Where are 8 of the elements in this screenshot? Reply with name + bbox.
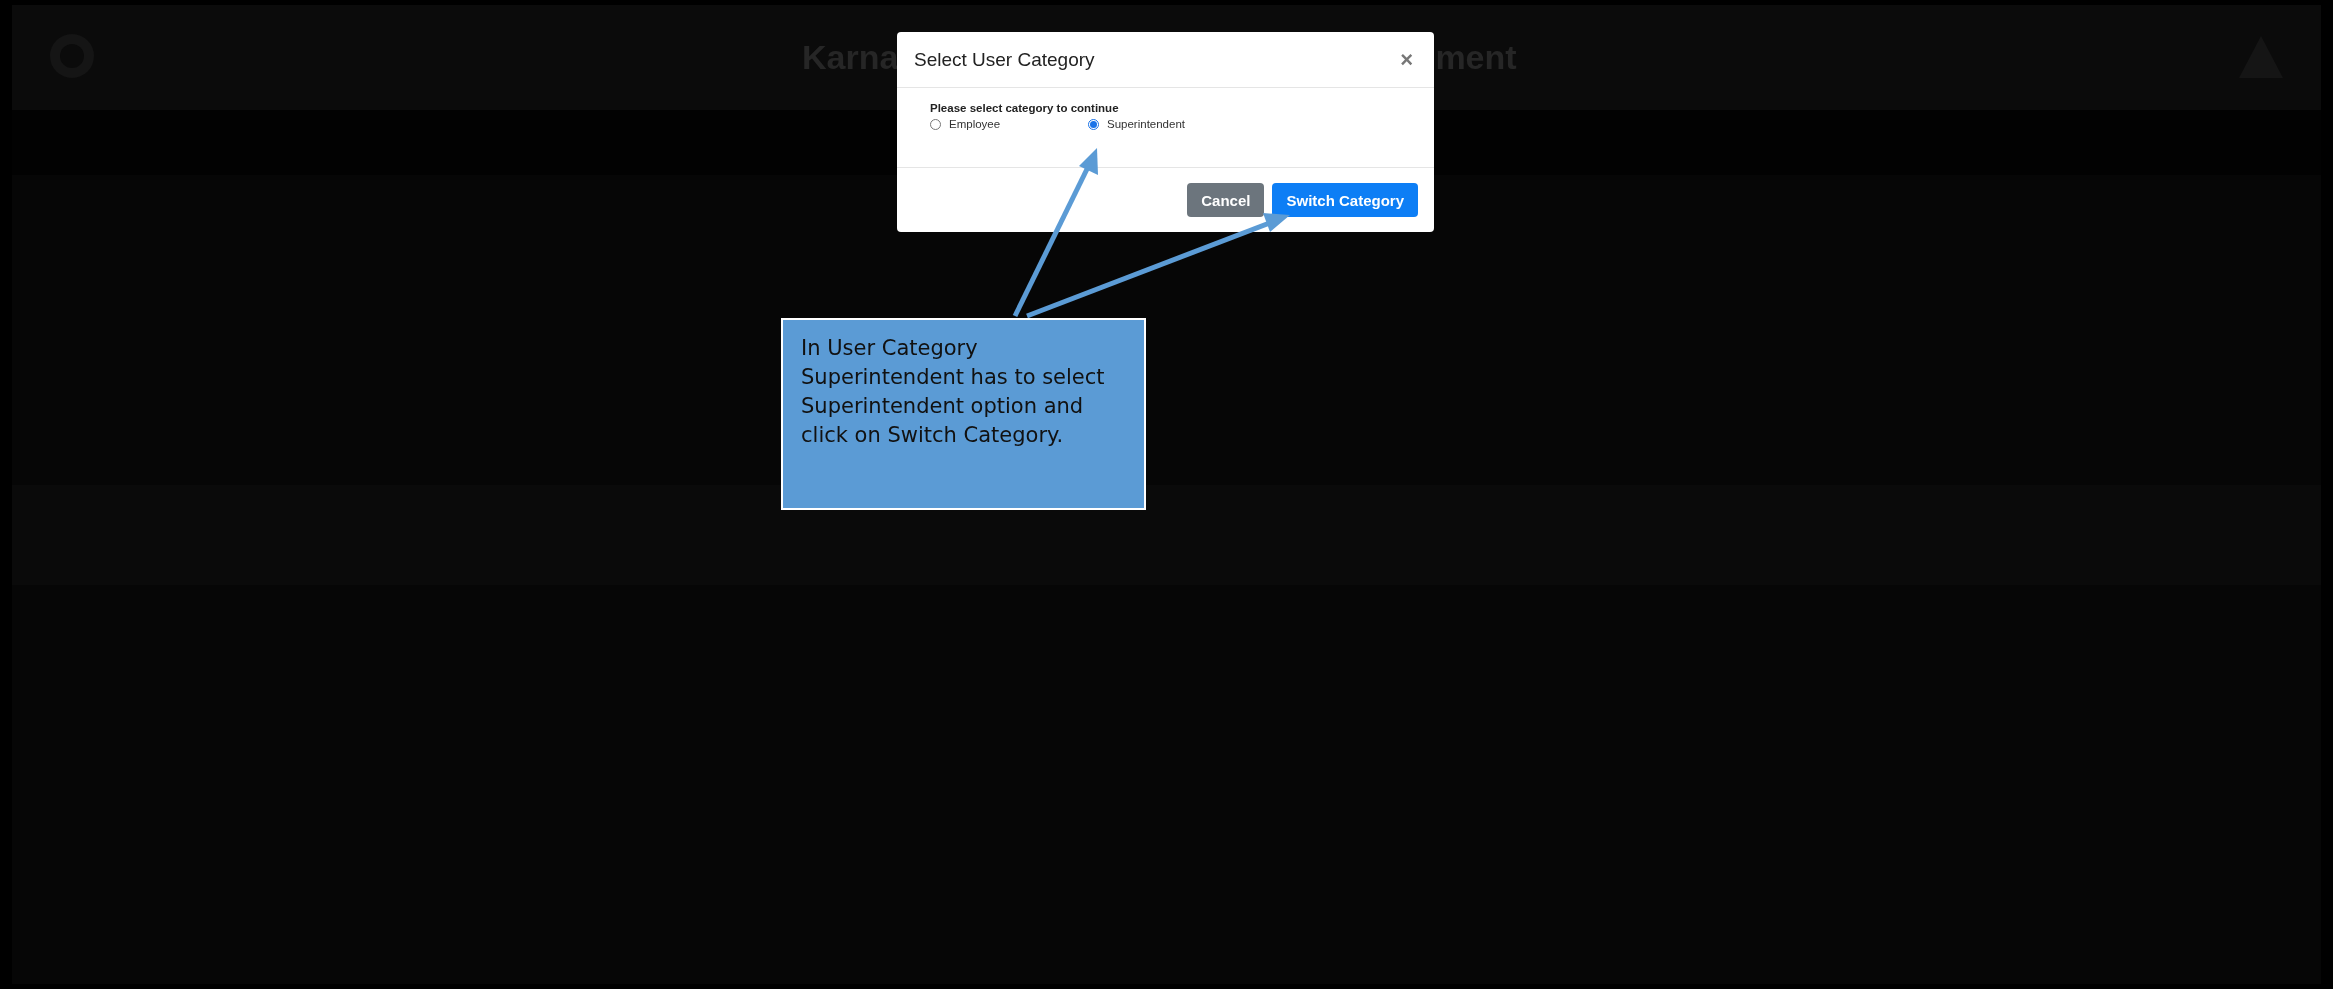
callout-text: In User Category Superintendent has to select Superintendent option and click on Switch Category. (801, 335, 1106, 449)
cancel-button[interactable]: Cancel (1187, 183, 1265, 217)
prompt-label: Please select category to continue (930, 102, 1120, 114)
option-label: Superintendent (1107, 118, 1185, 130)
switch-button[interactable]: Switch Category (1272, 183, 1418, 217)
option-label: Employee (949, 118, 1001, 130)
dialog-title: Select User Category (914, 48, 1095, 71)
close-button[interactable]: × (1396, 48, 1417, 71)
